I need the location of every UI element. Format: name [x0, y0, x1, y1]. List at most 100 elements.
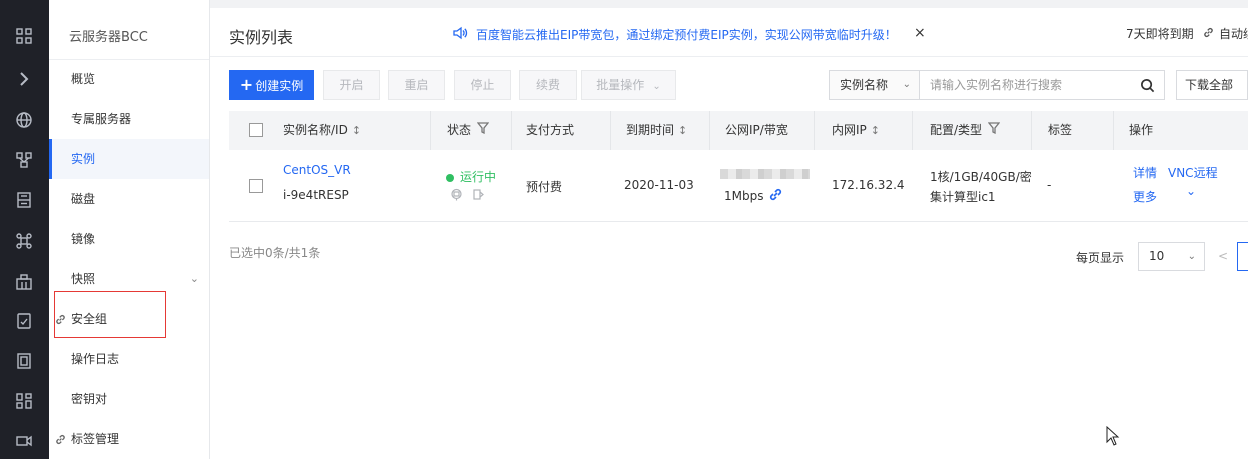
- more-link[interactable]: 更多: [1133, 188, 1157, 205]
- auto-renew-link[interactable]: 自动续: [1202, 25, 1248, 42]
- status-text: 运行中: [460, 170, 497, 184]
- notice-banner[interactable]: 百度智能云推出EIP带宽包，通过绑定预付费EIP实例，实现公网带宽临时升级！: [452, 25, 897, 44]
- column-config[interactable]: 配置/类型: [930, 111, 1001, 150]
- close-icon[interactable]: ×: [914, 25, 926, 41]
- mouse-cursor-icon: [1106, 425, 1120, 449]
- sidebar-item-label: 实例: [71, 152, 96, 166]
- row-checkbox[interactable]: [249, 179, 263, 193]
- command-icon[interactable]: [12, 229, 36, 253]
- prev-page-button[interactable]: <: [1218, 249, 1228, 263]
- status-badge: 运行中: [446, 168, 496, 185]
- sidebar-item-operation-log[interactable]: 操作日志: [49, 339, 209, 379]
- link-icon: [54, 419, 68, 459]
- sidebar-item-key-pairs[interactable]: 密钥对: [49, 379, 209, 419]
- column-expire[interactable]: 到期时间 ↕: [626, 111, 687, 150]
- renew-button[interactable]: 续费: [519, 70, 577, 100]
- create-instance-button[interactable]: + 创建实例: [229, 70, 314, 100]
- column-label: 配置/类型: [930, 123, 983, 137]
- chevron-down-icon[interactable]: ⌄: [1186, 184, 1196, 198]
- sidebar-item-label: 操作日志: [71, 352, 120, 366]
- column-public-ip: 公网IP/带宽: [725, 123, 788, 137]
- video-icon[interactable]: [12, 429, 36, 453]
- search-input[interactable]: [920, 71, 1130, 99]
- column-name[interactable]: 实例名称/ID ↕: [283, 111, 361, 150]
- expire-link[interactable]: 7天即将到期: [1126, 25, 1194, 42]
- download-all-button[interactable]: 下载全部: [1176, 70, 1248, 100]
- highlight-box: [54, 291, 166, 338]
- sidebar-item-instances[interactable]: 实例: [49, 139, 209, 179]
- instance-name-link[interactable]: CentOS_VR: [283, 163, 351, 177]
- chevron-down-icon: ⌄: [902, 79, 911, 90]
- chevron-down-icon[interactable]: ⌄: [190, 259, 199, 299]
- search-field-select[interactable]: 实例名称 ⌄: [830, 71, 920, 99]
- stop-button[interactable]: 停止: [454, 70, 511, 100]
- icon-rail: [0, 0, 49, 459]
- instance-id: i-9e4tRESP: [283, 188, 349, 202]
- doc-icon[interactable]: [12, 309, 36, 333]
- vnc-remote-link[interactable]: VNC远程: [1168, 164, 1218, 181]
- sidebar-item-tag-management[interactable]: 标签管理: [49, 419, 209, 459]
- filter-icon[interactable]: [987, 111, 1001, 150]
- create-label: 创建实例: [255, 79, 304, 93]
- column-separator: [709, 111, 710, 150]
- column-separator: [1113, 111, 1114, 150]
- grid-icon[interactable]: [12, 24, 36, 48]
- column-separator: [610, 111, 611, 150]
- running-dot-icon: [446, 173, 454, 182]
- payment-type: 预付费: [526, 180, 563, 194]
- table-header: 实例名称/ID ↕ 状态 支付方式 到期时间 ↕ 公网IP/带宽 内网IP ↕ 配置/…: [229, 111, 1248, 150]
- page-size-select[interactable]: 10 ⌄: [1138, 242, 1205, 271]
- speaker-icon: [452, 25, 476, 44]
- column-separator: [912, 111, 913, 150]
- search-box: 实例名称 ⌄: [829, 70, 1165, 100]
- table-row: CentOS_VR i-9e4tRESP 运行中 预付费 2020-11-03 …: [229, 150, 1248, 222]
- column-status[interactable]: 状态: [447, 111, 490, 150]
- building-icon[interactable]: [12, 270, 36, 294]
- column-separator: [814, 111, 815, 150]
- filter-icon[interactable]: [476, 111, 490, 150]
- column-payment: 支付方式: [526, 123, 575, 137]
- start-button[interactable]: 开启: [323, 70, 380, 100]
- apps-icon[interactable]: [12, 389, 36, 413]
- detail-link[interactable]: 详情: [1133, 164, 1157, 181]
- private-ip: 172.16.32.4: [832, 178, 905, 192]
- column-actions: 操作: [1129, 123, 1154, 137]
- chain-link-icon[interactable]: [768, 187, 783, 205]
- agent-icon[interactable]: [472, 188, 485, 204]
- sort-icon[interactable]: ↕: [678, 124, 687, 137]
- title-divider: [210, 56, 1248, 57]
- globe-icon[interactable]: [12, 108, 36, 132]
- page-title: 实例列表: [229, 28, 294, 47]
- sidebar-item-label: 密钥对: [71, 392, 108, 406]
- sort-icon[interactable]: ↕: [352, 124, 361, 137]
- select-all-checkbox[interactable]: [249, 123, 263, 137]
- sort-icon[interactable]: ↕: [871, 124, 880, 137]
- monitor-icon[interactable]: [450, 188, 463, 204]
- expire-date: 2020-11-03: [624, 178, 694, 192]
- network-icon[interactable]: [12, 148, 36, 172]
- sidebar-item-label: 概览: [71, 72, 96, 86]
- batch-operation-button[interactable]: 批量操作 ⌄: [581, 70, 676, 100]
- sidebar-item-images[interactable]: 镜像: [49, 219, 209, 259]
- search-icon[interactable]: [1130, 71, 1164, 99]
- device-icon[interactable]: [12, 349, 36, 373]
- expand-icon[interactable]: [12, 67, 36, 91]
- page-size-value: 10: [1149, 249, 1165, 263]
- chevron-down-icon: ⌄: [652, 81, 661, 92]
- notice-text[interactable]: 百度智能云推出EIP带宽包，通过绑定预付费EIP实例，实现公网带宽临时升级！: [476, 26, 897, 43]
- sidebar-item-label: 标签管理: [71, 432, 120, 446]
- column-private-ip[interactable]: 内网IP ↕: [832, 111, 880, 150]
- search-field-label: 实例名称: [840, 78, 889, 92]
- config-line-1: 1核/1GB/40GB/密: [930, 170, 1032, 184]
- selection-count: 已选中0条/共1条: [229, 246, 321, 260]
- sidebar-item-label: 磁盘: [71, 192, 96, 206]
- sidebar-item-disks[interactable]: 磁盘: [49, 179, 209, 219]
- sidebar-item-dedicated-server[interactable]: 专属服务器: [49, 99, 209, 139]
- restart-button[interactable]: 重启: [388, 70, 445, 100]
- bandwidth: 1Mbps: [724, 189, 764, 203]
- page-number-box[interactable]: [1237, 242, 1248, 271]
- sidebar-item-overview[interactable]: 概览: [49, 59, 209, 99]
- column-label: 状态: [447, 123, 472, 137]
- sidebar-title: 云服务器BCC: [69, 30, 148, 45]
- storage-icon[interactable]: [12, 188, 36, 212]
